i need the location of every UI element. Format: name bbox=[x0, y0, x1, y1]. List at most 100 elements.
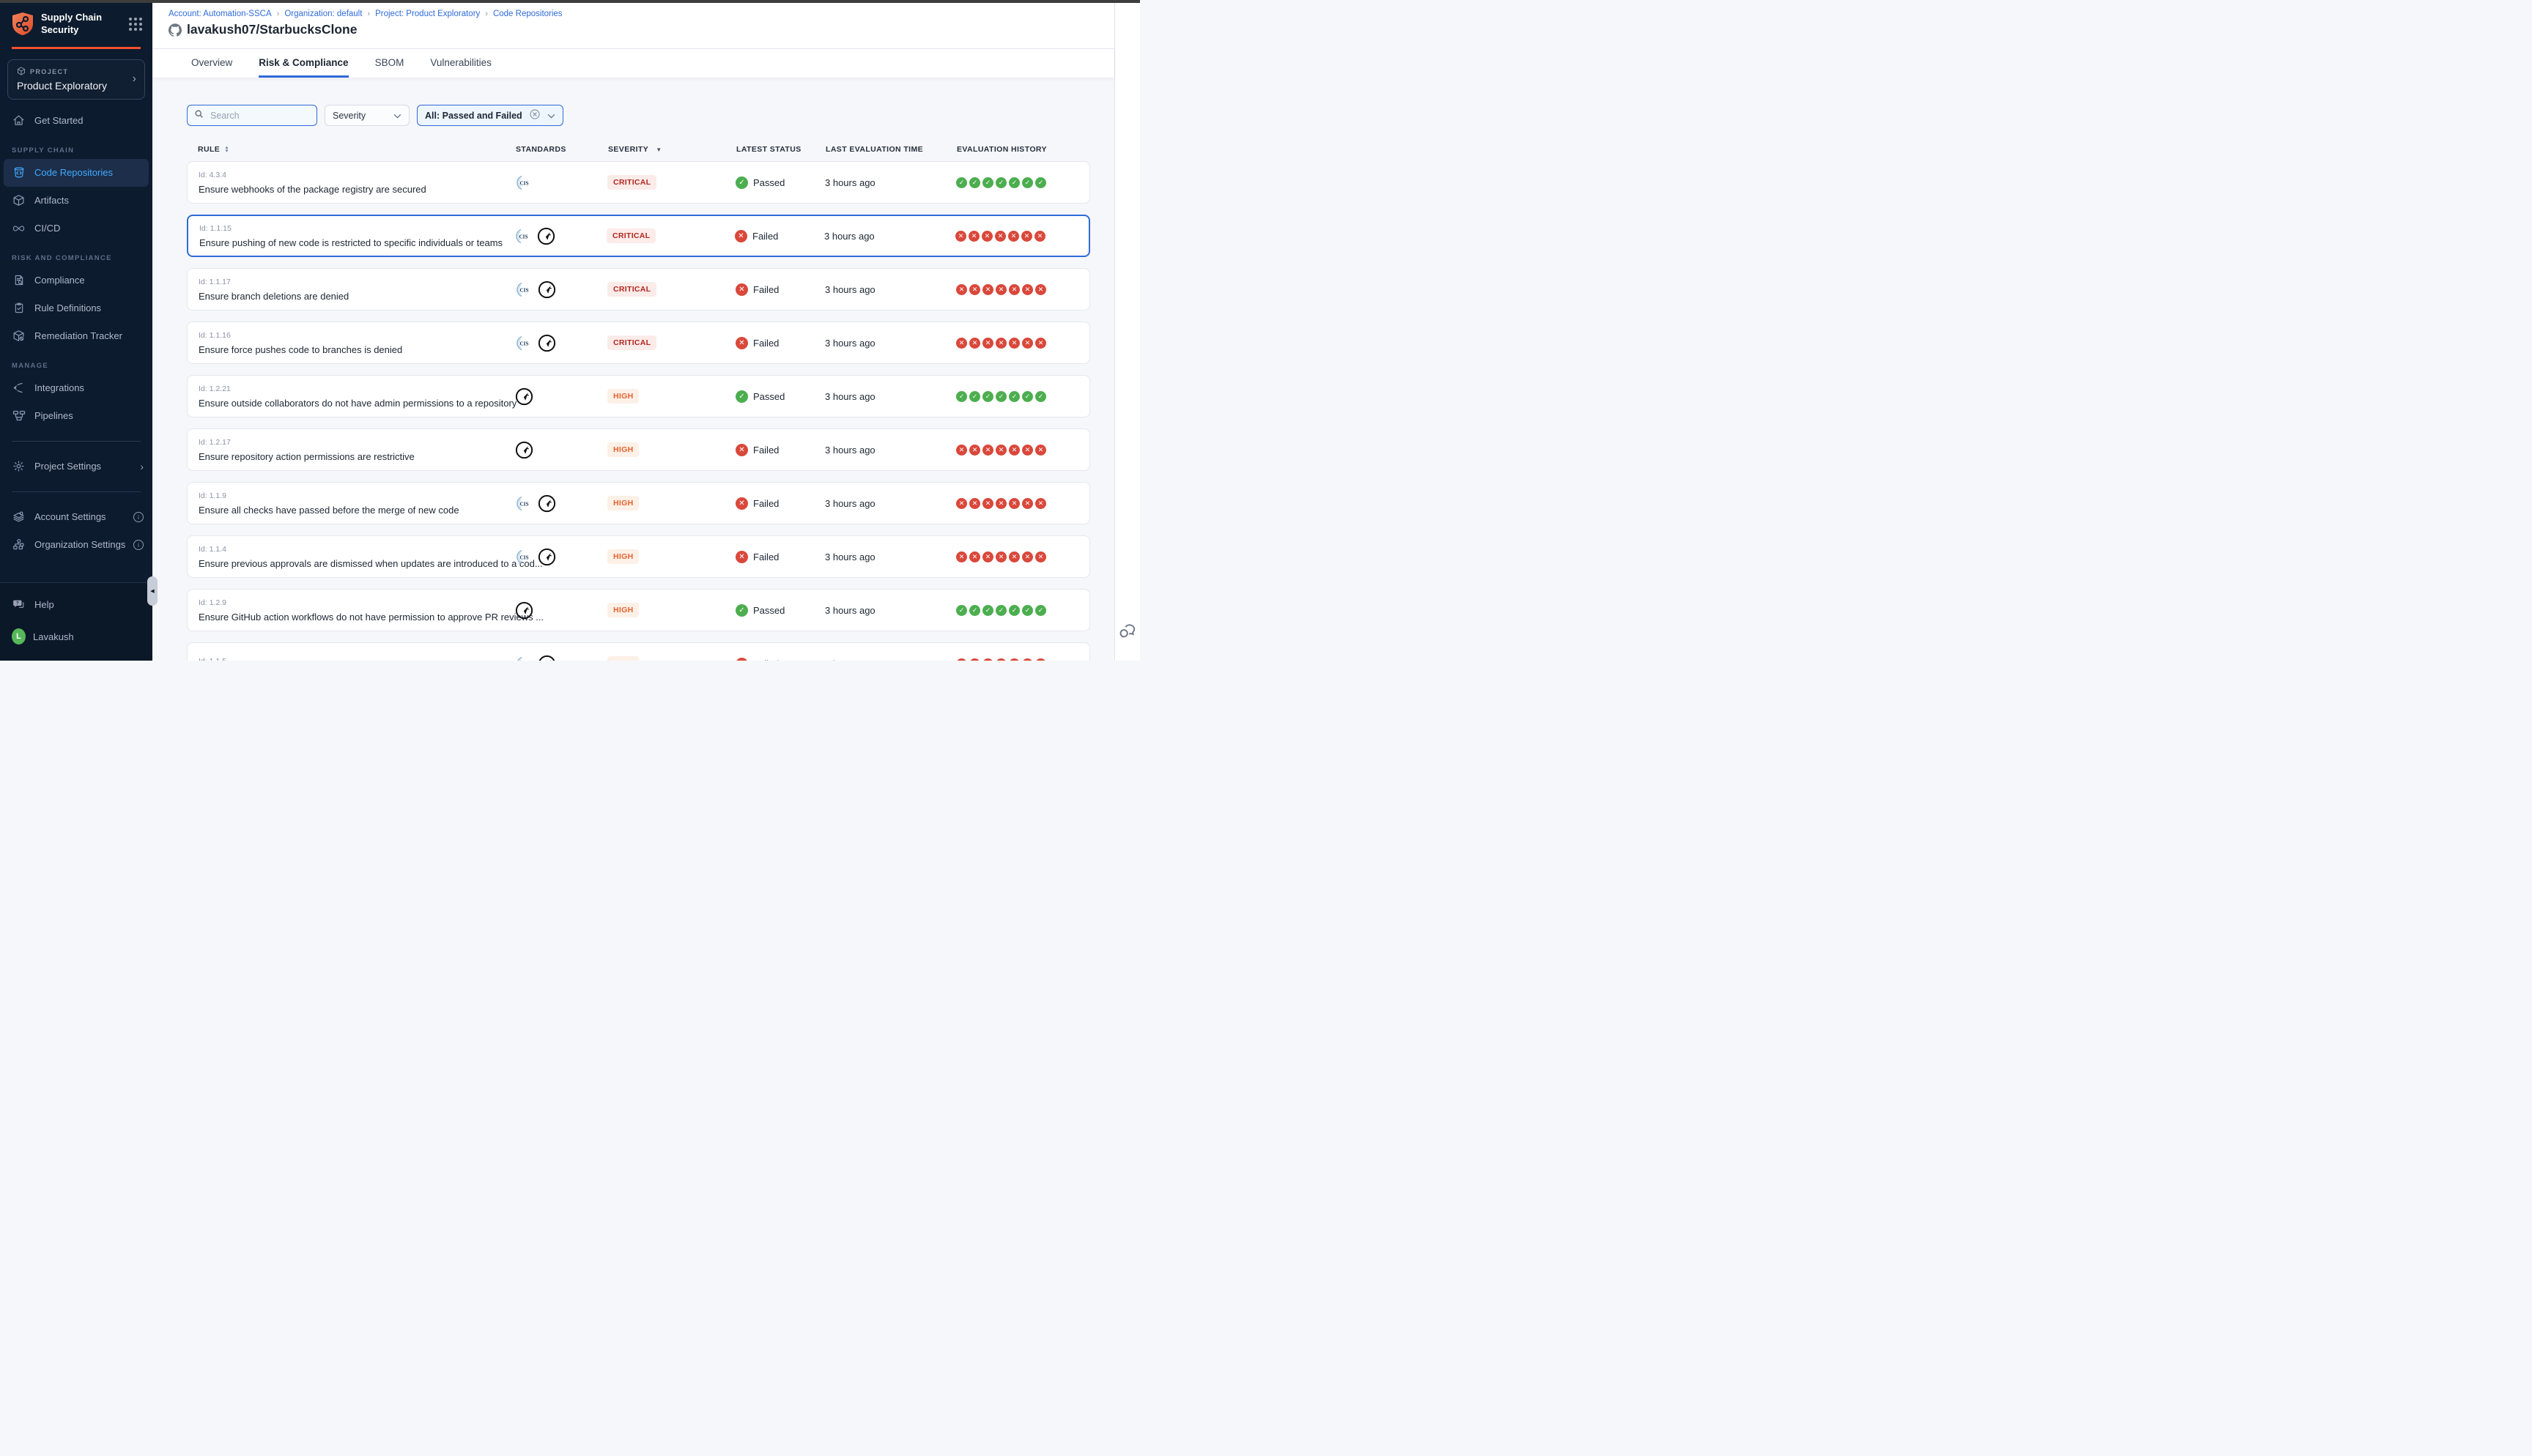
evaluation-fail-icon[interactable]: ✕ bbox=[956, 551, 967, 562]
sidebar-collapse-handle[interactable]: ◀ bbox=[147, 576, 158, 606]
breadcrumb-link[interactable]: Project: Product Exploratory bbox=[375, 10, 480, 18]
evaluation-fail-icon[interactable]: ✕ bbox=[956, 498, 967, 509]
evaluation-fail-icon[interactable]: ✕ bbox=[982, 551, 993, 562]
sidebar-item-get-started[interactable]: Get Started bbox=[0, 107, 152, 135]
info-icon[interactable]: i bbox=[133, 540, 144, 550]
evaluation-fail-icon[interactable]: ✕ bbox=[1022, 338, 1033, 349]
sidebar-item-integrations[interactable]: Integrations bbox=[0, 374, 152, 402]
evaluation-pass-icon[interactable]: ✓ bbox=[1022, 177, 1033, 188]
tab-overview[interactable]: Overview bbox=[191, 57, 232, 78]
sidebar-item-pipelines[interactable]: Pipelines bbox=[0, 402, 152, 430]
breadcrumb-link[interactable]: Organization: default bbox=[284, 10, 362, 18]
severity-dropdown[interactable]: Severity bbox=[325, 105, 410, 126]
evaluation-fail-icon[interactable]: ✕ bbox=[995, 231, 1006, 242]
sidebar-item-ci-cd[interactable]: CI/CD bbox=[0, 215, 152, 242]
tab-vulnerabilities[interactable]: Vulnerabilities bbox=[430, 57, 492, 78]
evaluation-fail-icon[interactable]: ✕ bbox=[996, 498, 1007, 509]
evaluation-fail-icon[interactable]: ✕ bbox=[1022, 445, 1033, 456]
evaluation-pass-icon[interactable]: ✓ bbox=[969, 605, 980, 616]
table-row[interactable]: Id: 1.1.9 Ensure all checks have passed … bbox=[187, 482, 1090, 524]
evaluation-fail-icon[interactable]: ✕ bbox=[969, 338, 980, 349]
sidebar-item-remediation-tracker[interactable]: Remediation Tracker bbox=[0, 322, 152, 350]
evaluation-fail-icon[interactable]: ✕ bbox=[969, 231, 980, 242]
evaluation-fail-icon[interactable]: ✕ bbox=[1009, 498, 1020, 509]
evaluation-pass-icon[interactable]: ✓ bbox=[996, 391, 1007, 402]
evaluation-fail-icon[interactable]: ✕ bbox=[969, 445, 980, 456]
evaluation-fail-icon[interactable]: ✕ bbox=[1008, 231, 1019, 242]
search-box[interactable] bbox=[187, 105, 317, 126]
evaluation-fail-icon[interactable]: ✕ bbox=[1035, 498, 1046, 509]
evaluation-pass-icon[interactable]: ✓ bbox=[969, 177, 980, 188]
evaluation-fail-icon[interactable]: ✕ bbox=[969, 284, 980, 295]
evaluation-pass-icon[interactable]: ✓ bbox=[982, 605, 993, 616]
table-row[interactable]: Id: 1.1.15 Ensure pushing of new code is… bbox=[187, 215, 1090, 257]
evaluation-fail-icon[interactable]: ✕ bbox=[982, 284, 993, 295]
evaluation-fail-icon[interactable]: ✕ bbox=[969, 498, 980, 509]
evaluation-pass-icon[interactable]: ✓ bbox=[956, 391, 967, 402]
sidebar-item-rule-definitions[interactable]: Rule Definitions bbox=[0, 294, 152, 322]
evaluation-pass-icon[interactable]: ✓ bbox=[1035, 605, 1046, 616]
evaluation-pass-icon[interactable]: ✓ bbox=[969, 391, 980, 402]
table-row[interactable]: Id: 1.2.17 Ensure repository action perm… bbox=[187, 428, 1090, 471]
tab-sbom[interactable]: SBOM bbox=[375, 57, 404, 78]
evaluation-fail-icon[interactable]: ✕ bbox=[1022, 658, 1033, 661]
evaluation-pass-icon[interactable]: ✓ bbox=[1022, 391, 1033, 402]
evaluation-pass-icon[interactable]: ✓ bbox=[1035, 391, 1046, 402]
sidebar-item-account-settings[interactable]: Account Settings i bbox=[0, 503, 152, 531]
evaluation-fail-icon[interactable]: ✕ bbox=[1021, 231, 1032, 242]
table-row[interactable]: Id: 4.3.4 Ensure webhooks of the package… bbox=[187, 161, 1090, 204]
evaluation-fail-icon[interactable]: ✕ bbox=[1022, 498, 1033, 509]
evaluation-fail-icon[interactable]: ✕ bbox=[996, 284, 1007, 295]
evaluation-fail-icon[interactable]: ✕ bbox=[1035, 445, 1046, 456]
status-filter-pill[interactable]: All: Passed and Failed bbox=[417, 105, 563, 126]
table-row[interactable]: Id: 1.1.4 Ensure previous approvals are … bbox=[187, 535, 1090, 578]
sidebar-item-user[interactable]: L Lavakush bbox=[0, 620, 152, 653]
sidebar-item-help[interactable]: ? Help bbox=[0, 589, 152, 620]
sidebar-item-project-settings[interactable]: Project Settings › bbox=[0, 453, 152, 480]
evaluation-fail-icon[interactable]: ✕ bbox=[956, 658, 967, 661]
sidebar-item-artifacts[interactable]: Artifacts bbox=[0, 187, 152, 215]
evaluation-pass-icon[interactable]: ✓ bbox=[982, 391, 993, 402]
table-row[interactable]: Id: 1.1.17 Ensure branch deletions are d… bbox=[187, 268, 1090, 311]
evaluation-pass-icon[interactable]: ✓ bbox=[1009, 605, 1020, 616]
evaluation-fail-icon[interactable]: ✕ bbox=[1009, 445, 1020, 456]
table-row[interactable]: Id: 1.1.16 Ensure force pushes code to b… bbox=[187, 322, 1090, 364]
evaluation-fail-icon[interactable]: ✕ bbox=[1009, 658, 1020, 661]
sidebar-item-code-repositories[interactable]: Code Repositories bbox=[4, 159, 149, 187]
evaluation-fail-icon[interactable]: ✕ bbox=[982, 658, 993, 661]
evaluation-fail-icon[interactable]: ✕ bbox=[1009, 284, 1020, 295]
evaluation-fail-icon[interactable]: ✕ bbox=[1035, 658, 1046, 661]
evaluation-fail-icon[interactable]: ✕ bbox=[969, 658, 980, 661]
evaluation-fail-icon[interactable]: ✕ bbox=[1035, 551, 1046, 562]
evaluation-fail-icon[interactable]: ✕ bbox=[1022, 551, 1033, 562]
evaluation-fail-icon[interactable]: ✕ bbox=[1009, 551, 1020, 562]
evaluation-pass-icon[interactable]: ✓ bbox=[996, 177, 1007, 188]
search-input[interactable] bbox=[209, 110, 310, 122]
evaluation-pass-icon[interactable]: ✓ bbox=[956, 177, 967, 188]
evaluation-fail-icon[interactable]: ✕ bbox=[1034, 231, 1045, 242]
evaluation-pass-icon[interactable]: ✓ bbox=[1035, 177, 1046, 188]
evaluation-pass-icon[interactable]: ✓ bbox=[956, 605, 967, 616]
table-row[interactable]: Id: 1.1.5 CIS HIGH ✕ Failed 3 hours ago … bbox=[187, 642, 1090, 661]
table-row[interactable]: Id: 1.2.21 Ensure outside collaborators … bbox=[187, 375, 1090, 417]
evaluation-fail-icon[interactable]: ✕ bbox=[956, 445, 967, 456]
evaluation-fail-icon[interactable]: ✕ bbox=[996, 658, 1007, 661]
table-row[interactable]: Id: 1.2.9 Ensure GitHub action workflows… bbox=[187, 589, 1090, 631]
app-switcher-icon[interactable] bbox=[129, 18, 142, 31]
evaluation-fail-icon[interactable]: ✕ bbox=[1035, 338, 1046, 349]
evaluation-fail-icon[interactable]: ✕ bbox=[969, 551, 980, 562]
evaluation-fail-icon[interactable]: ✕ bbox=[982, 498, 993, 509]
evaluation-fail-icon[interactable]: ✕ bbox=[1022, 284, 1033, 295]
sidebar-item-organization-settings[interactable]: Organization Settings i bbox=[0, 531, 152, 559]
sidebar-item-compliance[interactable]: Compliance bbox=[0, 267, 152, 294]
info-icon[interactable]: i bbox=[133, 512, 144, 522]
evaluation-fail-icon[interactable]: ✕ bbox=[956, 338, 967, 349]
evaluation-fail-icon[interactable]: ✕ bbox=[996, 551, 1007, 562]
evaluation-fail-icon[interactable]: ✕ bbox=[982, 338, 993, 349]
project-selector[interactable]: PROJECT Product Exploratory › bbox=[7, 59, 145, 100]
evaluation-pass-icon[interactable]: ✓ bbox=[1022, 605, 1033, 616]
evaluation-fail-icon[interactable]: ✕ bbox=[982, 231, 993, 242]
evaluation-pass-icon[interactable]: ✓ bbox=[1009, 391, 1020, 402]
breadcrumb-link[interactable]: Code Repositories bbox=[493, 10, 563, 18]
evaluation-fail-icon[interactable]: ✕ bbox=[1035, 284, 1046, 295]
